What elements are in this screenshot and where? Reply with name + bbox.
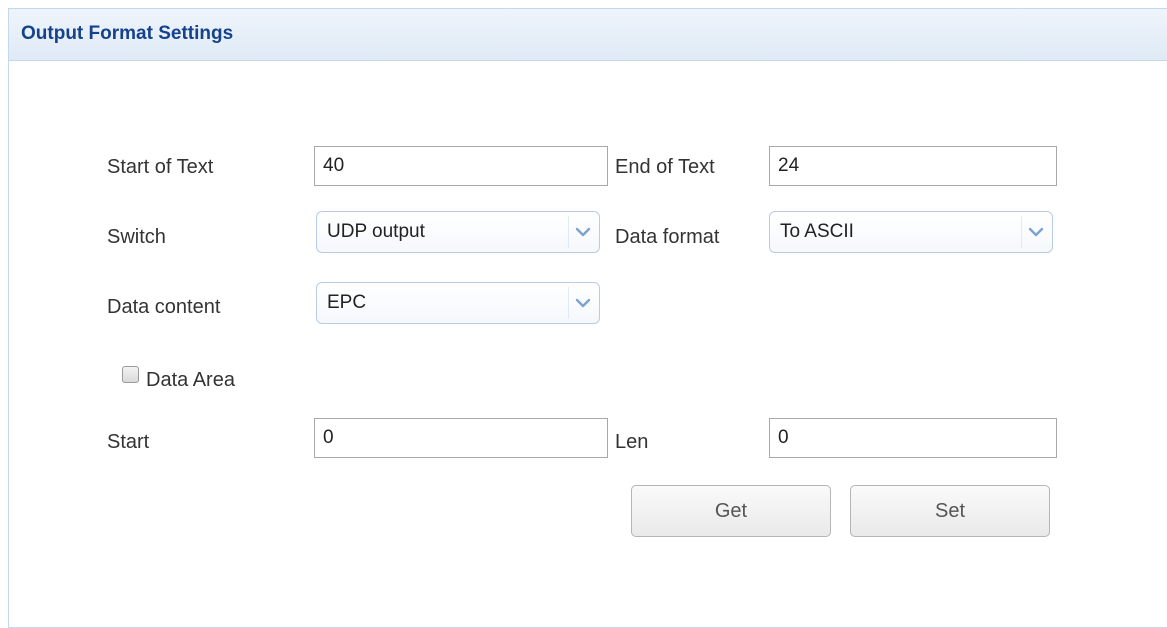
data-format-selected-value: To ASCII [780,221,854,242]
data-format-select[interactable]: To ASCII [769,211,1053,253]
start-input[interactable] [314,418,608,458]
end-of-text-input[interactable] [769,146,1057,186]
data-area-checkbox[interactable] [122,366,139,383]
panel-title: Output Format Settings [9,9,1167,61]
switch-selected-value: UDP output [327,221,425,242]
data-content-select[interactable]: EPC [316,282,600,324]
len-input[interactable] [769,418,1057,458]
output-format-settings-panel: Output Format Settings Start of Text End… [8,8,1167,628]
set-button[interactable]: Set [850,485,1050,537]
start-label: Start [107,431,150,453]
switch-select[interactable]: UDP output [316,211,600,253]
chevron-down-icon [568,216,597,248]
data-content-label: Data content [107,296,221,318]
len-label: Len [615,431,649,453]
end-of-text-label: End of Text [615,156,715,178]
start-of-text-label: Start of Text [107,156,214,178]
chevron-down-icon [1021,216,1050,248]
chevron-down-icon [568,287,597,319]
data-area-label: Data Area [146,369,235,391]
data-format-label: Data format [615,226,720,248]
get-button[interactable]: Get [631,485,831,537]
switch-label: Switch [107,226,166,248]
start-of-text-input[interactable] [314,146,608,186]
data-content-selected-value: EPC [327,292,367,313]
